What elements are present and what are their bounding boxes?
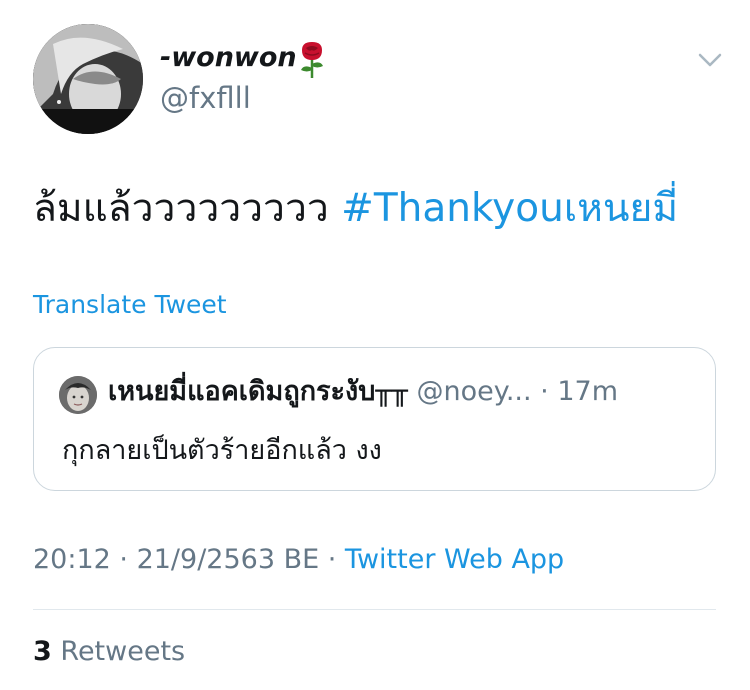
tweet-source-link[interactable]: Twitter Web App [345,544,564,575]
tweet-body: ล้มแล้ววววววววว [33,186,329,231]
chevron-down-icon[interactable] [690,40,730,80]
user-handle[interactable]: @fxflll [160,84,251,113]
quoted-tweet-card[interactable]: เหนยมี่แอคเดิมถูกระงับ╥╥ @noey... · 17m … [33,347,716,491]
quoted-tweet-text: กุกลายเป็นตัวร้ายอีกแล้ว งง [62,435,382,466]
quoted-separator: · [531,376,558,407]
quoted-avatar [59,376,97,414]
retweet-count: 3 [33,636,52,667]
tweet-time[interactable]: 20:12 [33,544,111,575]
avatar[interactable] [33,24,143,134]
meta-separator: · [319,544,345,575]
retweet-label: Retweets [60,636,186,667]
divider [33,609,716,610]
display-name[interactable]: -wonwon [160,44,297,71]
retweets-stat[interactable]: 3 Retweets [33,638,185,665]
quoted-handle: @noey... [416,376,532,407]
quoted-time: 17m [557,376,619,407]
tweet-date[interactable]: 21/9/2563 BE [137,544,320,575]
rose-icon [301,42,323,78]
profile-photo [33,24,143,134]
tweet-text: ล้มแล้ววววววววว #Thankyouเหนยมี่ [33,186,678,231]
tweet-meta: 20:12 · 21/9/2563 BE · Twitter Web App [33,546,564,573]
quoted-display-name: เหนยมี่แอคเดิมถูกระงับ╥╥ [108,376,408,407]
quoted-profile-photo [59,376,97,414]
quoted-header: เหนยมี่แอคเดิมถูกระงับ╥╥ @noey... · 17m [108,378,618,405]
meta-separator: · [110,544,137,575]
hashtag-link[interactable]: #Thankyouเหนยมี่ [341,186,678,231]
translate-tweet-link[interactable]: Translate Tweet [33,292,227,317]
